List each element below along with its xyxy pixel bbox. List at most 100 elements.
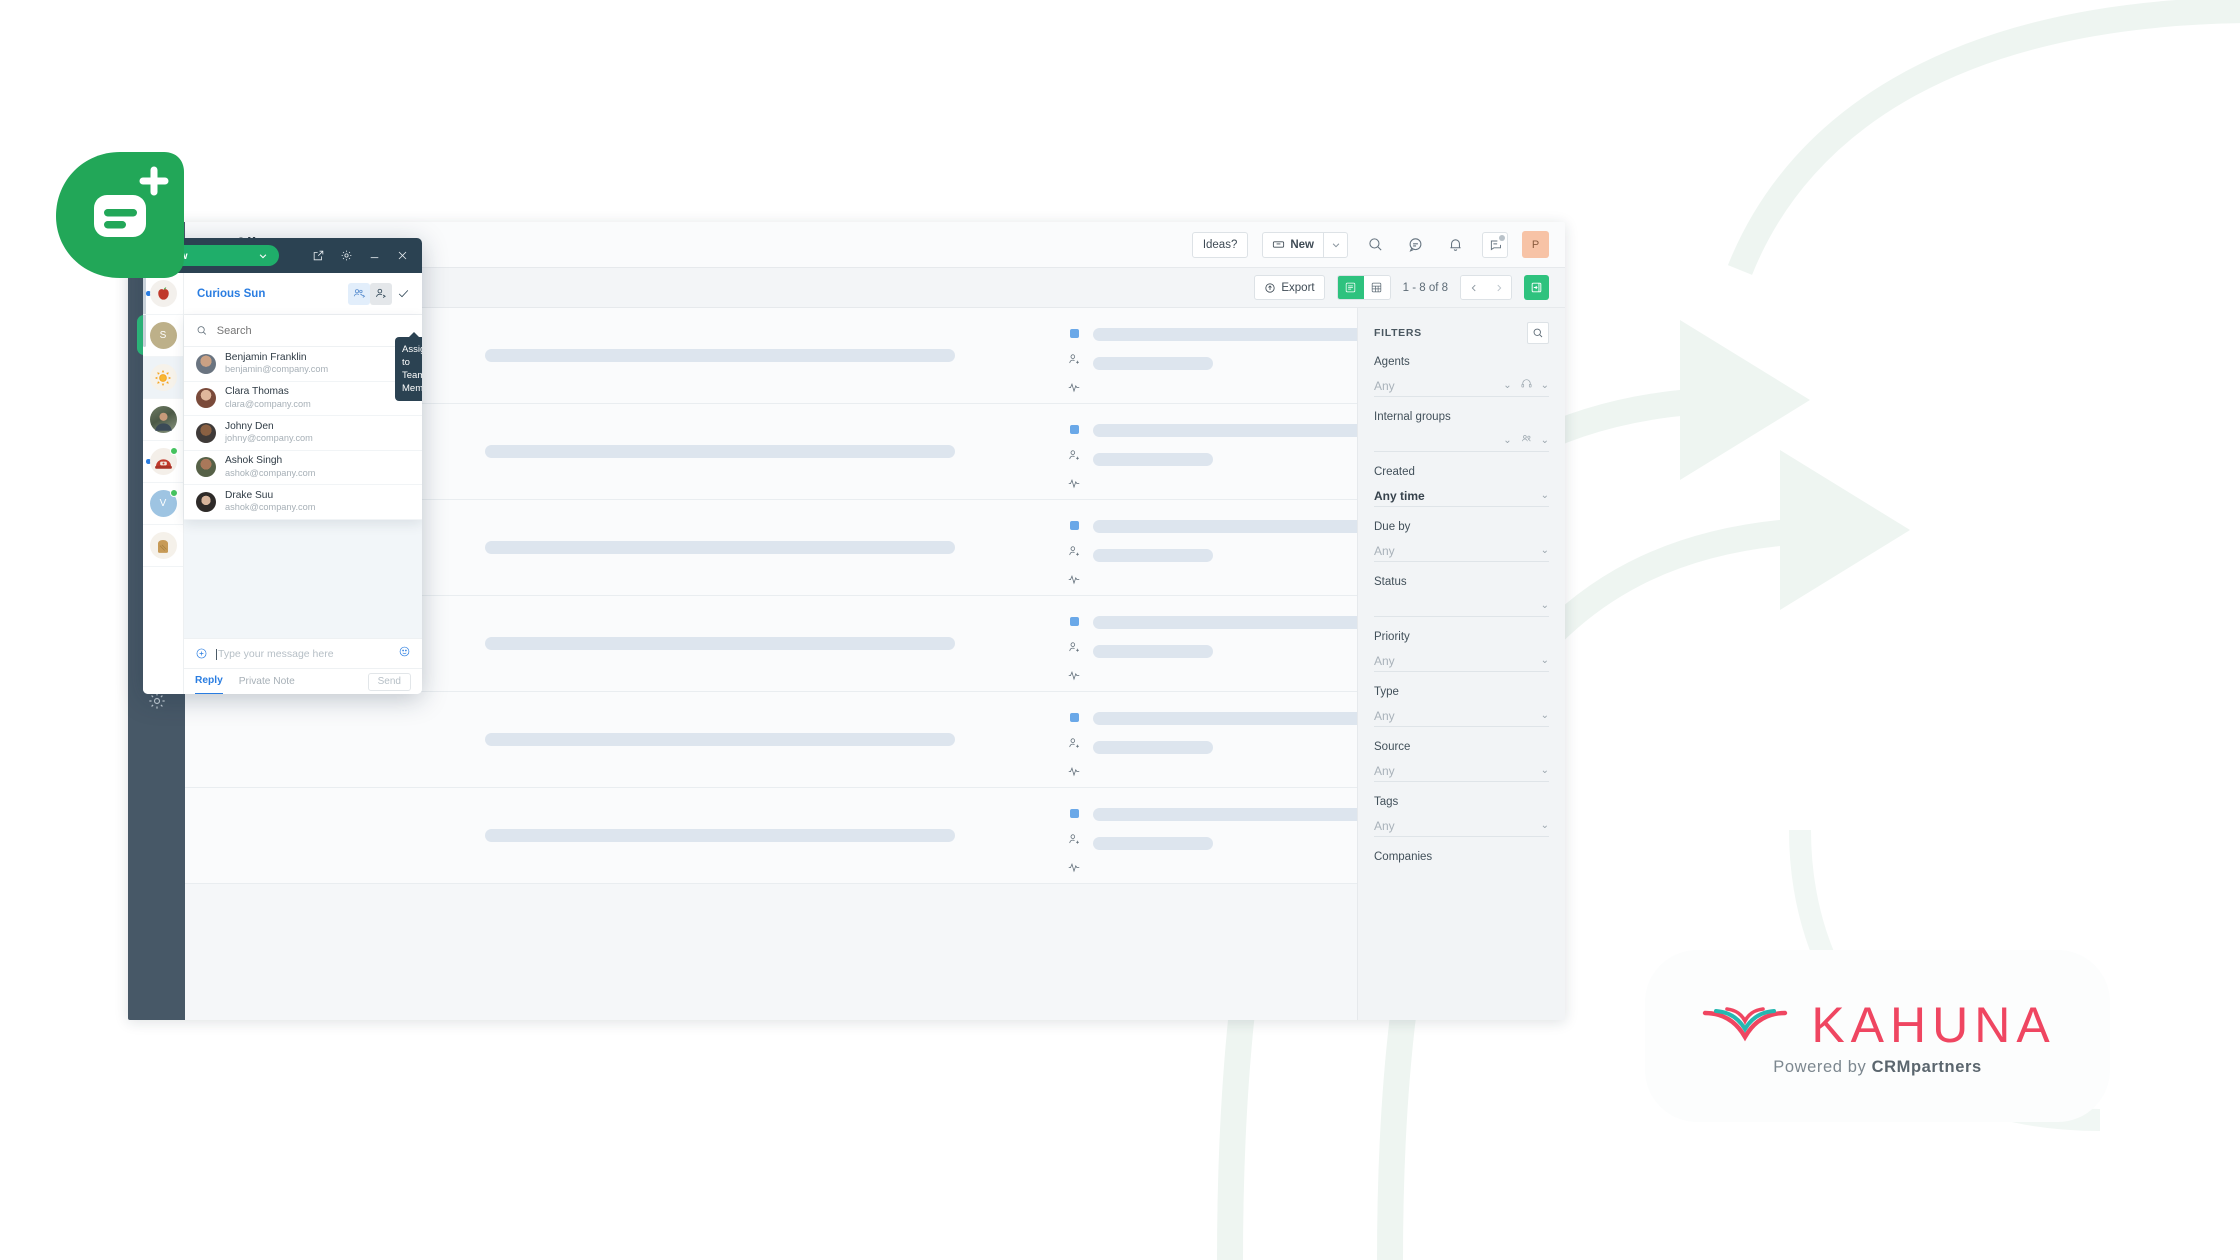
headset-icon (1520, 377, 1533, 395)
table-row[interactable] (185, 788, 1357, 884)
agent-search-row[interactable] (184, 315, 422, 347)
skeleton-line (1093, 424, 1357, 437)
filter-value: Any (1374, 708, 1395, 723)
assign-agent-icon (1069, 450, 1079, 460)
assign-agent-icon (1069, 354, 1079, 364)
search-icon[interactable] (1362, 232, 1388, 258)
filter-control[interactable]: Any ⌄ (1374, 540, 1549, 562)
ideas-button[interactable]: Ideas? (1191, 231, 1249, 258)
assign-to-member-icon[interactable] (370, 282, 392, 305)
status-badge (1069, 617, 1079, 626)
prev-page-button[interactable] (1461, 276, 1486, 299)
tab-reply[interactable]: Reply (195, 669, 223, 694)
notification-dot (1499, 234, 1505, 241)
table-row[interactable] (185, 692, 1357, 788)
resolve-check-icon[interactable] (392, 283, 414, 305)
skeleton-line (1093, 520, 1357, 533)
list-item[interactable] (143, 399, 183, 441)
agent-email: ashok@company.com (225, 467, 316, 478)
list-item[interactable]: Ashok Singh ashok@company.com (184, 451, 422, 485)
filter-due-by: Due by Any ⌄ (1374, 521, 1549, 562)
list-item[interactable]: Clara Thomas clara@company.com (184, 382, 422, 416)
online-indicator (169, 447, 178, 455)
gear-icon[interactable] (337, 246, 356, 265)
new-ticket-group: New (1262, 231, 1348, 258)
chevron-down-icon: ⌄ (1503, 435, 1512, 446)
assign-to-group-icon[interactable] (348, 282, 370, 305)
filter-tags: Tags Any ⌄ (1374, 796, 1549, 837)
filter-control[interactable]: Any time ⌄ (1374, 485, 1549, 507)
agent-email: benjamin@company.com (225, 364, 329, 375)
agent-email: clara@company.com (225, 398, 311, 409)
feedback-icon[interactable] (1482, 231, 1508, 258)
list-item[interactable] (143, 441, 183, 483)
list-item[interactable]: Benjamin Franklin benjamin@company.com (184, 347, 422, 382)
status-badge (1069, 713, 1079, 722)
chevron-down-icon: ⌄ (1540, 820, 1549, 831)
new-ticket-button[interactable]: New (1262, 231, 1323, 258)
chevron-down-icon (1332, 242, 1339, 247)
emoji-icon[interactable] (398, 645, 411, 663)
search-input[interactable] (216, 324, 410, 337)
kahuna-tagline: Powered by CRMpartners (1773, 1058, 1982, 1077)
list-item[interactable]: Drake Suu ashok@company.com (184, 485, 422, 520)
filter-type: Type Any ⌄ (1374, 686, 1549, 727)
agent-name: Benjamin Franklin (225, 351, 307, 363)
chevron-down-icon: ⌄ (1540, 380, 1549, 391)
filter-label: Source (1374, 741, 1411, 753)
minimize-icon[interactable] (365, 246, 384, 265)
filters-search-icon[interactable] (1527, 322, 1549, 344)
filter-label: Due by (1374, 521, 1411, 533)
bell-icon[interactable] (1442, 232, 1468, 258)
next-page-button[interactable] (1486, 276, 1511, 299)
filter-control[interactable]: Any ⌄ (1374, 760, 1549, 782)
message-composer: Type your message here Reply Private Not… (184, 638, 422, 694)
activity-icon (1068, 574, 1080, 585)
close-icon[interactable] (393, 246, 412, 265)
chat-icon[interactable] (1402, 232, 1428, 258)
export-button[interactable]: Export (1254, 275, 1325, 300)
tagline-prefix: Powered by (1773, 1057, 1872, 1076)
chevron-down-icon: ⌄ (1540, 490, 1549, 501)
new-ticket-dropdown[interactable] (1323, 231, 1348, 258)
list-item[interactable] (143, 525, 183, 567)
freshchat-launcher-button[interactable] (54, 150, 186, 280)
filter-control[interactable]: Any ⌄ (1374, 815, 1549, 837)
table-view-icon[interactable] (1363, 276, 1390, 299)
list-item[interactable]: S (143, 315, 183, 357)
online-indicator (169, 489, 178, 497)
message-input-placeholder[interactable]: Type your message here (216, 648, 390, 660)
avatar (149, 406, 177, 433)
avatar (196, 353, 216, 374)
kahuna-logo: KAHUNA Powered by CRMpartners (1645, 950, 2110, 1122)
list-item[interactable] (143, 357, 183, 399)
avatar (196, 491, 216, 512)
filter-companies: Companies (1374, 851, 1549, 863)
skeleton-title (485, 349, 955, 362)
filter-control[interactable]: Any ⌄ ⌄ (1374, 375, 1549, 397)
filter-control[interactable]: ⌄ ⌄ (1374, 430, 1549, 452)
plus-circle-icon[interactable] (195, 647, 208, 660)
chevron-down-icon: ⌄ (1503, 380, 1512, 391)
list-view-icon[interactable] (1337, 276, 1364, 299)
bread-emoji-avatar (149, 532, 177, 559)
chevron-down-icon (259, 253, 267, 258)
freshchat-widget: New S (143, 238, 422, 694)
filter-internal-groups: Internal groups ⌄ ⌄ (1374, 411, 1549, 452)
filter-control[interactable]: Any ⌄ (1374, 650, 1549, 672)
filter-control[interactable]: Any ⌄ (1374, 705, 1549, 727)
toggle-panel-icon[interactable] (1524, 275, 1549, 300)
avatar[interactable]: P (1522, 231, 1549, 258)
pagination (1460, 275, 1512, 300)
chevron-down-icon: ⌄ (1540, 765, 1549, 776)
send-button[interactable]: Send (367, 672, 411, 691)
filter-value: Any (1374, 818, 1395, 833)
list-item[interactable]: Johny Den johny@company.com (184, 416, 422, 451)
conversation-list[interactable]: S V (143, 273, 184, 694)
composer-input-row[interactable]: Type your message here (184, 639, 422, 668)
skeleton-title (485, 637, 955, 650)
filter-control[interactable]: ⌄ (1374, 595, 1549, 617)
tab-private-note[interactable]: Private Note (239, 669, 295, 695)
list-item[interactable]: V (143, 483, 183, 525)
external-link-icon[interactable] (309, 246, 328, 265)
